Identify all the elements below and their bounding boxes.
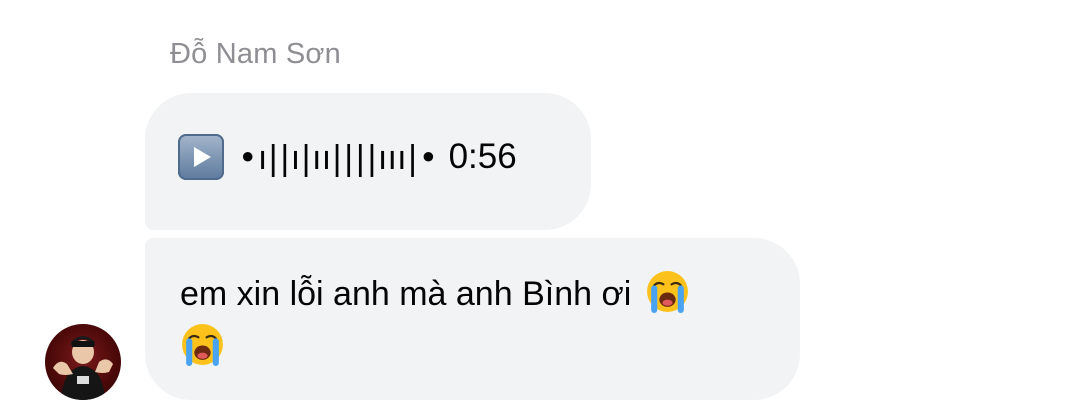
text-message-bubble[interactable]: em xin lỗi anh mà anh Bình ơi xyxy=(145,238,800,400)
voice-duration: 0:56 xyxy=(448,137,517,176)
voice-waveform: •ı||ı|ıı||||ııı|• xyxy=(238,137,439,177)
play-button-icon[interactable] xyxy=(178,134,224,180)
user-avatar[interactable] xyxy=(45,324,121,400)
voice-message-bubble[interactable]: •ı||ı|ıı||||ııı|• 0:56 xyxy=(145,93,591,230)
message-text-block: em xin lỗi anh mà anh Bình ơi xyxy=(180,268,780,374)
message-text: em xin lỗi anh mà anh Bình ơi xyxy=(180,275,632,313)
loudly-crying-face-icon xyxy=(182,324,223,366)
sender-name: Đỗ Nam Sơn xyxy=(170,38,341,70)
loudly-crying-face-icon xyxy=(646,271,688,313)
voice-player: •ı||ı|ıı||||ııı|• 0:56 xyxy=(178,133,517,181)
